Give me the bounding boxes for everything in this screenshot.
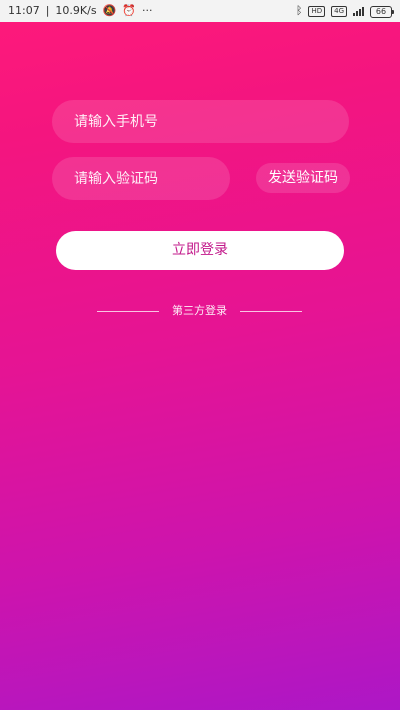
battery-icon: 66	[370, 5, 394, 18]
third-party-login-label: 第三方登录	[172, 304, 227, 317]
third-party-login: 第三方登录	[97, 302, 302, 320]
signal-icon	[353, 6, 364, 16]
code-field[interactable]	[52, 157, 230, 200]
phone-input[interactable]	[74, 113, 327, 130]
login-button[interactable]: 立即登录	[56, 231, 344, 270]
hd-icon: HD	[308, 5, 326, 17]
mute-bell-icon: 🔕	[102, 4, 117, 17]
send-code-button[interactable]: 发送验证码	[256, 163, 350, 193]
status-time: 11:07	[8, 4, 40, 17]
phone-field[interactable]	[52, 100, 349, 143]
status-separator: |	[45, 4, 50, 17]
status-bar-left: 11:07 | 10.9K/s 🔕 ⏰ ···	[8, 0, 152, 22]
divider-left	[97, 310, 159, 312]
more-dots-icon: ···	[141, 4, 153, 17]
status-bar-right: ᛒ HD 4G 66	[295, 0, 394, 22]
code-input[interactable]	[74, 170, 208, 187]
status-bar: 11:07 | 10.9K/s 🔕 ⏰ ··· ᛒ HD 4G 66	[0, 0, 400, 22]
alarm-clock-icon: ⏰	[122, 4, 136, 17]
network-type: 4G	[331, 5, 347, 17]
divider-right	[240, 310, 302, 312]
bluetooth-icon: ᛒ	[295, 4, 303, 17]
status-net-speed: 10.9K/s	[55, 4, 97, 17]
